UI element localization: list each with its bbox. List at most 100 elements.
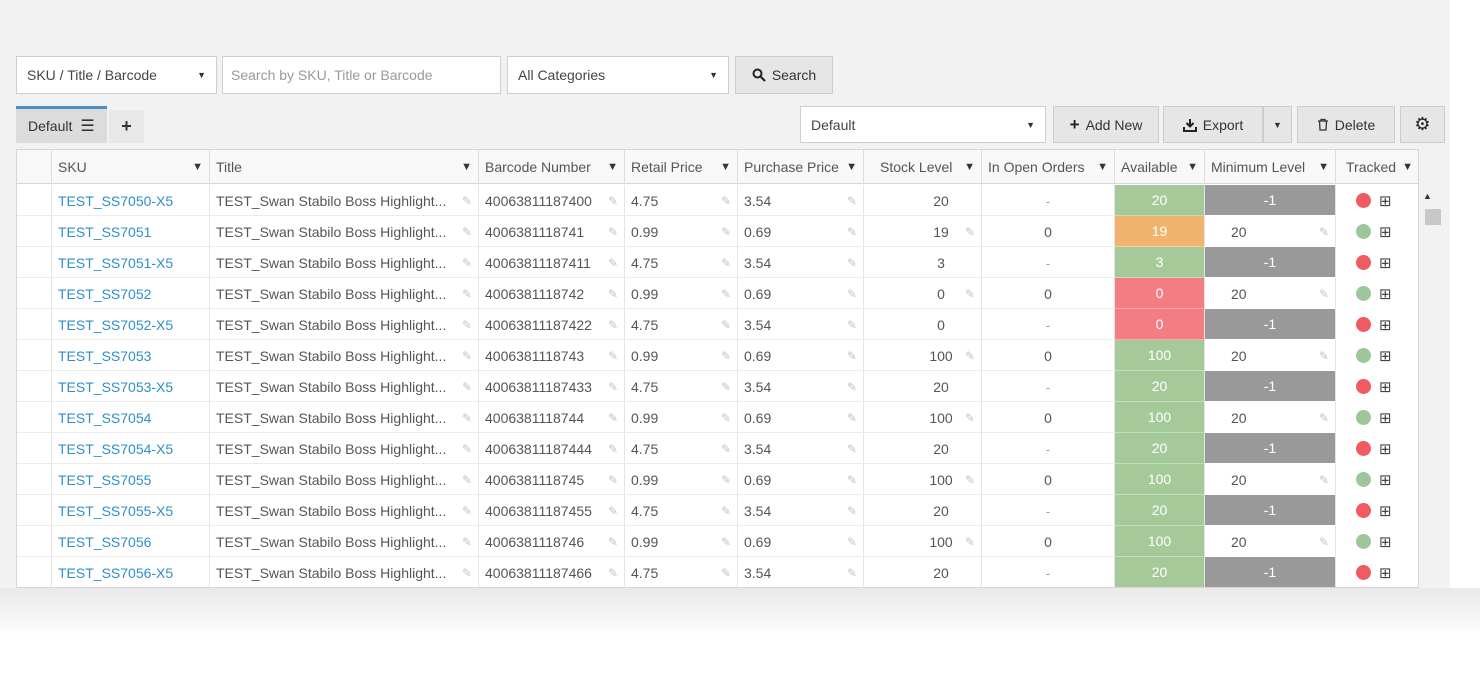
add-new-button[interactable]: + Add New: [1053, 106, 1159, 143]
table-icon[interactable]: ⊞: [1379, 254, 1392, 272]
edit-icon[interactable]: ✎: [721, 473, 731, 487]
tracked-status-dot[interactable]: [1356, 348, 1371, 363]
table-icon[interactable]: ⊞: [1379, 223, 1392, 241]
header-open-orders[interactable]: In Open Orders ▼: [982, 150, 1115, 184]
sku-link[interactable]: TEST_SS7056: [58, 534, 151, 550]
edit-icon[interactable]: ✎: [847, 411, 857, 425]
table-icon[interactable]: ⊞: [1379, 409, 1392, 427]
edit-icon[interactable]: ✎: [608, 504, 618, 518]
edit-icon[interactable]: ✎: [965, 349, 975, 363]
scroll-up-icon[interactable]: ▲: [1423, 191, 1432, 201]
edit-icon[interactable]: ✎: [721, 318, 731, 332]
edit-icon[interactable]: ✎: [608, 225, 618, 239]
edit-icon[interactable]: ✎: [608, 256, 618, 270]
tracked-status-dot[interactable]: [1356, 379, 1371, 394]
sku-link[interactable]: TEST_SS7056-X5: [58, 565, 173, 581]
tracked-status-dot[interactable]: [1356, 503, 1371, 518]
scrollbar-thumb[interactable]: [1425, 209, 1441, 225]
edit-icon[interactable]: ✎: [1319, 473, 1329, 487]
row-select-cell[interactable]: [17, 526, 52, 557]
header-retail-price[interactable]: Retail Price ▼: [625, 150, 738, 184]
row-select-cell[interactable]: [17, 371, 52, 402]
category-select[interactable]: All Categories ▼: [507, 56, 729, 94]
row-select-cell[interactable]: [17, 495, 52, 526]
header-available[interactable]: Available ▼: [1115, 150, 1205, 184]
edit-icon[interactable]: ✎: [847, 225, 857, 239]
table-row[interactable]: TEST_SS7054-X5 TEST_Swan Stabilo Boss Hig…: [17, 433, 1418, 464]
edit-icon[interactable]: ✎: [462, 194, 472, 208]
edit-icon[interactable]: ✎: [1319, 535, 1329, 549]
edit-icon[interactable]: ✎: [608, 411, 618, 425]
table-row[interactable]: TEST_SS7052 TEST_Swan Stabilo Boss Highli…: [17, 278, 1418, 309]
table-icon[interactable]: ⊞: [1379, 316, 1392, 334]
edit-icon[interactable]: ✎: [847, 380, 857, 394]
edit-icon[interactable]: ✎: [721, 442, 731, 456]
tracked-status-dot[interactable]: [1356, 255, 1371, 270]
edit-icon[interactable]: ✎: [608, 442, 618, 456]
tracked-status-dot[interactable]: [1356, 441, 1371, 456]
filter-icon[interactable]: ▼: [1187, 161, 1198, 173]
sku-link[interactable]: TEST_SS7054: [58, 410, 151, 426]
export-button[interactable]: Export: [1163, 106, 1263, 143]
sku-link[interactable]: TEST_SS7050-X5: [58, 193, 173, 209]
filter-icon[interactable]: ▼: [1097, 161, 1108, 173]
tracked-status-dot[interactable]: [1356, 317, 1371, 332]
edit-icon[interactable]: ✎: [462, 256, 472, 270]
tracked-status-dot[interactable]: [1356, 193, 1371, 208]
table-row[interactable]: TEST_SS7051 TEST_Swan Stabilo Boss Highli…: [17, 216, 1418, 247]
edit-icon[interactable]: ✎: [608, 318, 618, 332]
table-row[interactable]: TEST_SS7051-X5 TEST_Swan Stabilo Boss Hig…: [17, 247, 1418, 278]
sku-link[interactable]: TEST_SS7055-X5: [58, 503, 173, 519]
search-input[interactable]: Search by SKU, Title or Barcode: [222, 56, 501, 94]
search-field-select[interactable]: SKU / Title / Barcode ▼: [16, 56, 217, 94]
row-select-cell[interactable]: [17, 340, 52, 371]
sku-link[interactable]: TEST_SS7055: [58, 472, 151, 488]
edit-icon[interactable]: ✎: [721, 225, 731, 239]
sku-link[interactable]: TEST_SS7054-X5: [58, 441, 173, 457]
edit-icon[interactable]: ✎: [721, 411, 731, 425]
header-minimum-level[interactable]: Minimum Level ▼: [1205, 150, 1336, 184]
header-title[interactable]: Title ▼: [210, 150, 479, 184]
row-select-cell[interactable]: [17, 247, 52, 278]
table-row[interactable]: TEST_SS7054 TEST_Swan Stabilo Boss Highli…: [17, 402, 1418, 433]
filter-icon[interactable]: ▼: [720, 161, 731, 173]
edit-icon[interactable]: ✎: [847, 349, 857, 363]
edit-icon[interactable]: ✎: [721, 504, 731, 518]
row-select-cell[interactable]: [17, 185, 52, 216]
edit-icon[interactable]: ✎: [721, 380, 731, 394]
hamburger-menu-icon[interactable]: ☰: [80, 116, 94, 136]
view-select[interactable]: Default ▼: [800, 106, 1046, 143]
table-icon[interactable]: ⊞: [1379, 564, 1392, 582]
table-row[interactable]: TEST_SS7055-X5 TEST_Swan Stabilo Boss Hig…: [17, 495, 1418, 526]
table-row[interactable]: TEST_SS7056-X5 TEST_Swan Stabilo Boss Hig…: [17, 557, 1418, 587]
table-icon[interactable]: ⊞: [1379, 378, 1392, 396]
edit-icon[interactable]: ✎: [847, 442, 857, 456]
edit-icon[interactable]: ✎: [847, 535, 857, 549]
edit-icon[interactable]: ✎: [965, 225, 975, 239]
sku-link[interactable]: TEST_SS7053-X5: [58, 379, 173, 395]
header-select-column[interactable]: [17, 150, 52, 184]
edit-icon[interactable]: ✎: [1319, 349, 1329, 363]
edit-icon[interactable]: ✎: [965, 535, 975, 549]
sku-link[interactable]: TEST_SS7051-X5: [58, 255, 173, 271]
edit-icon[interactable]: ✎: [608, 535, 618, 549]
edit-icon[interactable]: ✎: [462, 349, 472, 363]
edit-icon[interactable]: ✎: [608, 380, 618, 394]
edit-icon[interactable]: ✎: [721, 535, 731, 549]
edit-icon[interactable]: ✎: [847, 318, 857, 332]
table-row[interactable]: TEST_SS7056 TEST_Swan Stabilo Boss Highli…: [17, 526, 1418, 557]
edit-icon[interactable]: ✎: [608, 349, 618, 363]
edit-icon[interactable]: ✎: [965, 287, 975, 301]
sku-link[interactable]: TEST_SS7052-X5: [58, 317, 173, 333]
edit-icon[interactable]: ✎: [462, 442, 472, 456]
edit-icon[interactable]: ✎: [847, 256, 857, 270]
edit-icon[interactable]: ✎: [462, 318, 472, 332]
header-sku[interactable]: SKU ▼: [52, 150, 210, 184]
edit-icon[interactable]: ✎: [721, 287, 731, 301]
tracked-status-dot[interactable]: [1356, 534, 1371, 549]
edit-icon[interactable]: ✎: [462, 225, 472, 239]
edit-icon[interactable]: ✎: [462, 504, 472, 518]
edit-icon[interactable]: ✎: [462, 380, 472, 394]
edit-icon[interactable]: ✎: [608, 194, 618, 208]
row-select-cell[interactable]: [17, 557, 52, 587]
